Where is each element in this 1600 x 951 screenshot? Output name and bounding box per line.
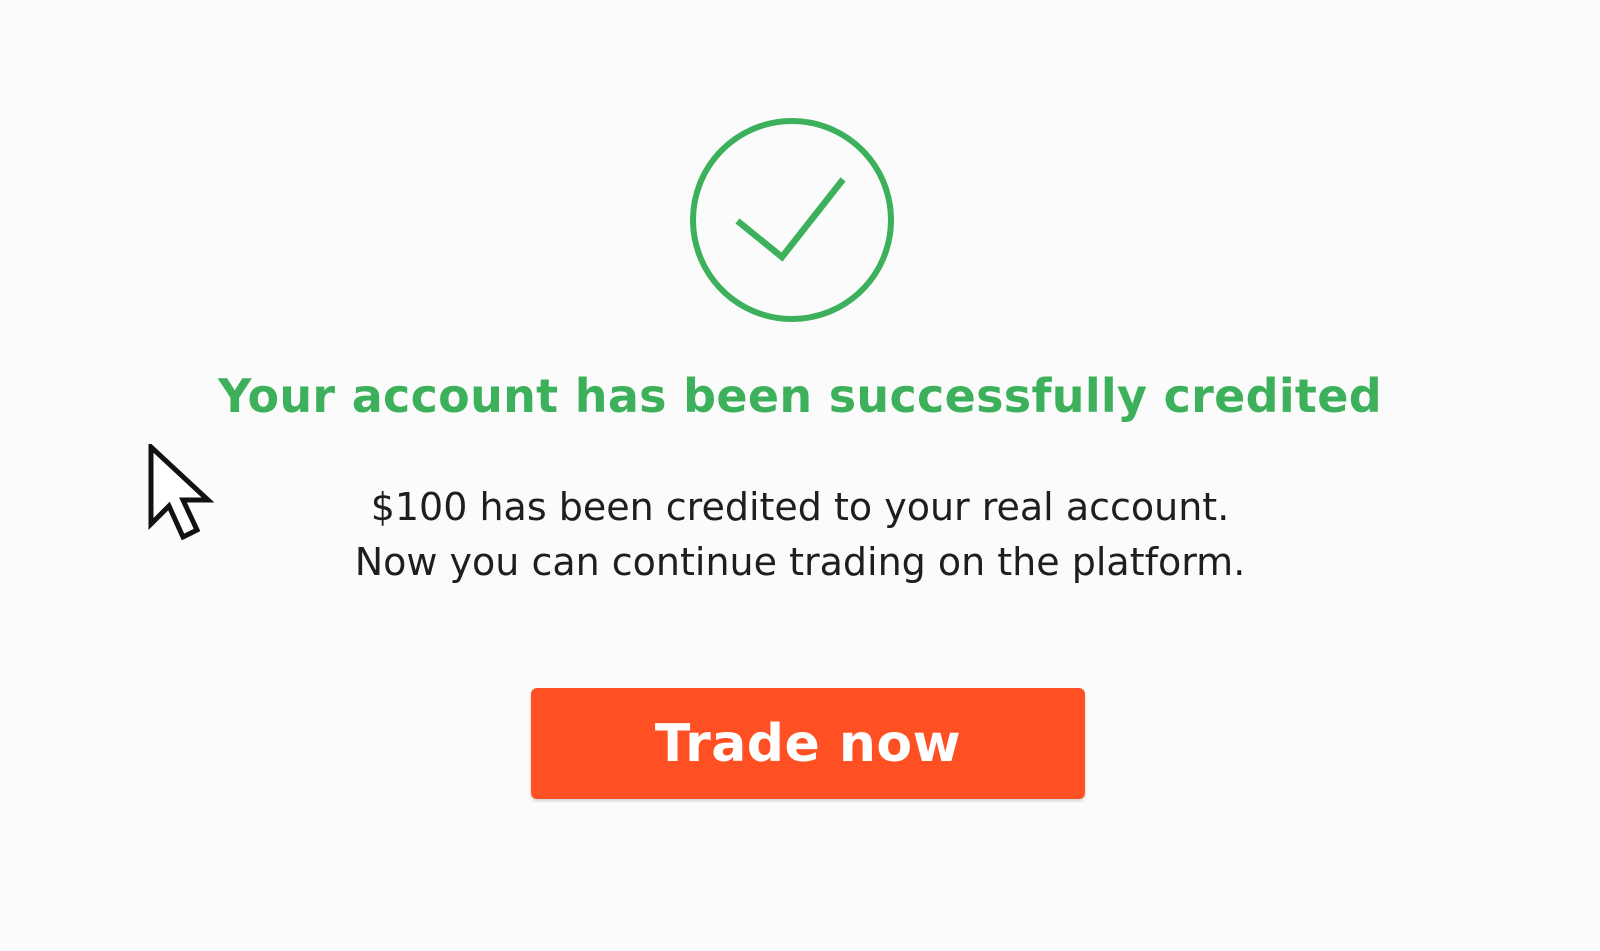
success-title: Your account has been successfully credi…	[218, 369, 1382, 423]
success-dialog: Your account has been successfully credi…	[0, 0, 1600, 951]
mouse-cursor-icon	[148, 444, 216, 540]
check-circle-icon	[688, 116, 896, 324]
trade-now-button[interactable]: Trade now	[531, 688, 1085, 799]
message-line-1: $100 has been credited to your real acco…	[370, 485, 1230, 529]
message-line-2: Now you can continue trading on the plat…	[354, 540, 1246, 584]
success-message: $100 has been credited to your real acco…	[0, 480, 1600, 590]
